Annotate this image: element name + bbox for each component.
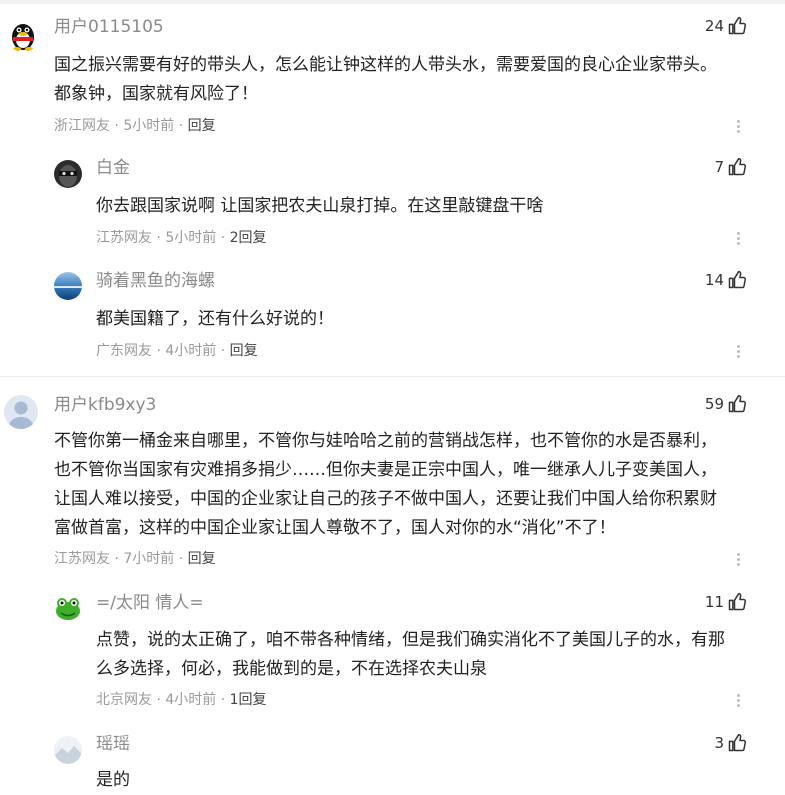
comment-username[interactable]: 用户0115105 [54, 16, 164, 38]
like-count: 24 [704, 17, 724, 35]
like-button[interactable]: 7 [714, 156, 747, 178]
comment-text-line: 是的 [96, 770, 130, 790]
comment-meta: 江苏网友 · 5小时前 · 2回复 [96, 230, 267, 246]
comment-text: 国之振兴需要有好的带头人，怎么能让钟这样的人带头水，需要爱国的良心企业家带头。 … [54, 51, 774, 109]
more-options-button[interactable] [731, 692, 745, 710]
comment-username[interactable]: 白金 [96, 157, 130, 179]
comment-text: 都美国籍了，还有什么好说的！ [96, 305, 756, 334]
comment-text-line: 国之振兴需要有好的带头人，怎么能让钟这样的人带头水，需要爱国的良心企业家带头。 [54, 55, 717, 75]
qq-penguin-avatar-icon [6, 18, 40, 52]
reply-button[interactable]: 回复 [230, 343, 258, 359]
comment-divider [0, 376, 785, 377]
comment-text-line: 你去跟国家说啊 让国家把农夫山泉打掉。在这里敲键盘干啥 [96, 196, 544, 216]
thumbs-up-icon [728, 592, 747, 611]
avatar[interactable] [54, 272, 82, 300]
comment-text: 你去跟国家说啊 让国家把农夫山泉打掉。在这里敲键盘干啥 [96, 192, 756, 221]
like-count: 3 [714, 734, 724, 752]
comment-text-line: 让国人难以接受，中国的企业家让自己的孩子不做中国人，还要让我们中国人给你积累财 [54, 489, 717, 509]
like-button[interactable]: 14 [705, 269, 747, 291]
masked-face-avatar-icon [54, 160, 82, 188]
comment-location: 广东网友 [96, 343, 152, 359]
avatar[interactable] [54, 160, 82, 188]
comment-text-line: 也不管你当国家有灾难捐多捐少……但你夫妻是正宗中国人，唯一继承人儿子变美国人， [54, 460, 717, 480]
comment-username[interactable]: 骑着黑鱼的海螺 [96, 270, 215, 292]
comment-text-line: 不管你第一桶金来自哪里，不管你与娃哈哈之前的营销战怎样，也不管你的水是否暴利， [54, 431, 717, 451]
comment-time: 4小时前 [165, 692, 217, 708]
top-divider [0, 0, 785, 4]
default-user-avatar-icon [4, 395, 38, 429]
comment-text-line: 都象钟，国家就有风险了！ [54, 84, 258, 104]
thumbs-up-icon [728, 733, 747, 752]
comment-location: 江苏网友 [54, 551, 110, 567]
comment-meta: 江苏网友 · 7小时前 · 回复 [54, 551, 216, 567]
thumbs-up-icon [728, 270, 747, 289]
comment-username[interactable]: =/太阳 情人= [96, 592, 204, 614]
like-button[interactable]: 24 [705, 15, 747, 37]
thumbs-up-icon [728, 394, 747, 413]
avatar[interactable] [6, 18, 40, 52]
thumbs-up-icon [728, 16, 747, 35]
comment-location: 北京网友 [96, 692, 152, 708]
comment-meta: 浙江网友 · 5小时前 · 回复 [54, 118, 216, 134]
comment-time: 5小时前 [165, 230, 217, 246]
reply-button[interactable]: 回复 [188, 118, 216, 134]
comment-location: 江苏网友 [96, 230, 152, 246]
more-options-button[interactable] [731, 551, 745, 569]
more-options-button[interactable] [731, 118, 745, 136]
comment-time: 5小时前 [123, 118, 175, 134]
comment-text: 点赞，说的太正确了，咱不带各种情绪，但是我们确实消化不了美国儿子的水，有那 么多… [96, 626, 766, 684]
snow-landscape-avatar-icon [54, 736, 82, 764]
avatar[interactable] [4, 395, 38, 429]
reply-button[interactable]: 1回复 [230, 692, 267, 708]
comment-time: 7小时前 [123, 551, 175, 567]
more-options-button[interactable] [731, 343, 745, 361]
avatar[interactable] [54, 736, 82, 764]
avatar[interactable] [54, 594, 82, 622]
comment-text-line: 么多选择，何必，我能做到的是，不在选择农夫山泉 [96, 659, 487, 679]
comment-username[interactable]: 用户kfb9xy3 [54, 394, 156, 416]
ocean-horizon-avatar-icon [54, 272, 82, 300]
comment-text-line: 点赞，说的太正确了，咱不带各种情绪，但是我们确实消化不了美国儿子的水，有那 [96, 630, 725, 650]
comment-text: 是的 [96, 766, 756, 795]
comment-text-line: 都美国籍了，还有什么好说的！ [96, 309, 334, 329]
thumbs-up-icon [728, 157, 747, 176]
like-button[interactable]: 59 [705, 393, 747, 415]
comment-text-line: 富做首富，这样的中国企业家让国人尊敬不了，国人对你的水“消化”不了！ [54, 518, 616, 538]
frog-avatar-icon [54, 594, 82, 622]
comment-text: 不管你第一桶金来自哪里，不管你与娃哈哈之前的营销战怎样，也不管你的水是否暴利， … [54, 427, 774, 543]
more-options-button[interactable] [731, 230, 745, 248]
comment-location: 浙江网友 [54, 118, 110, 134]
comment-username[interactable]: 瑶瑶 [96, 733, 130, 755]
like-count: 59 [704, 395, 724, 413]
comment-time: 4小时前 [165, 343, 217, 359]
reply-button[interactable]: 回复 [188, 551, 216, 567]
like-count: 11 [704, 593, 724, 611]
like-button[interactable]: 3 [714, 732, 747, 754]
reply-button[interactable]: 2回复 [230, 230, 267, 246]
like-count: 7 [714, 158, 724, 176]
like-button[interactable]: 11 [705, 591, 747, 613]
comment-meta: 北京网友 · 4小时前 · 1回复 [96, 692, 267, 708]
like-count: 14 [704, 271, 724, 289]
comment-meta: 广东网友 · 4小时前 · 回复 [96, 343, 258, 359]
